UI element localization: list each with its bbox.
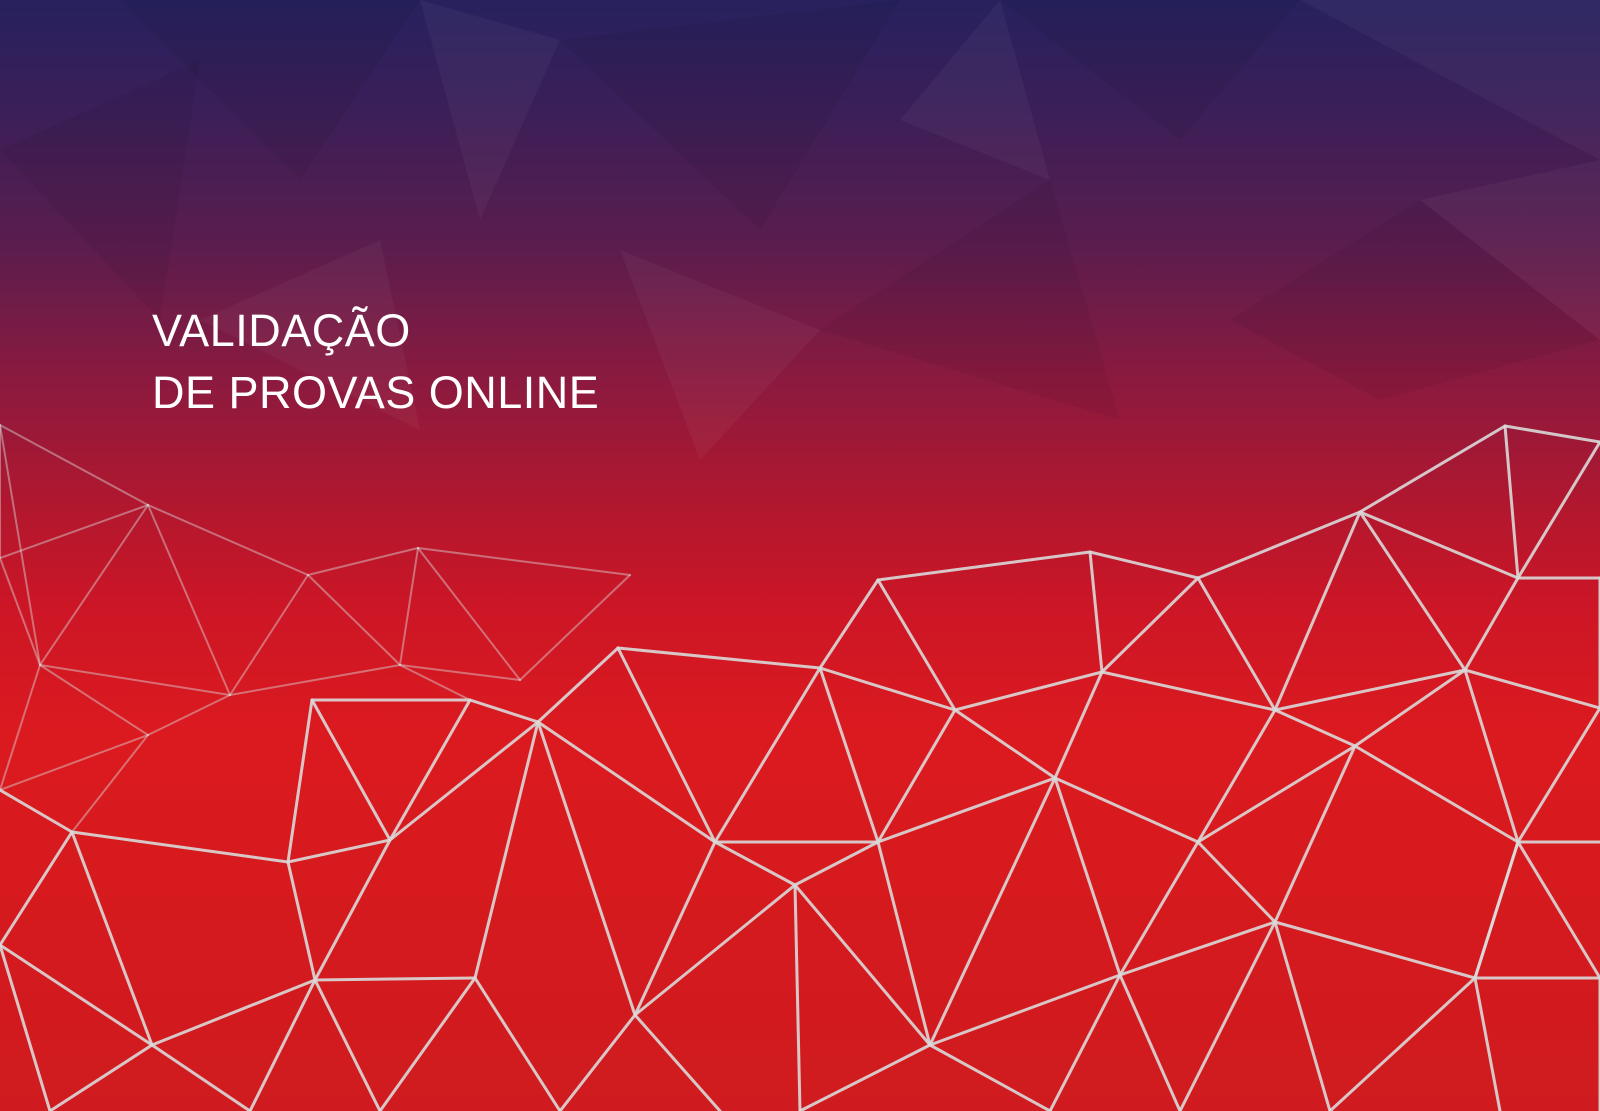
mesh-line (388, 720, 540, 842)
mesh-line (953, 670, 1104, 712)
mesh-line (1053, 776, 1122, 977)
mesh-line (1053, 670, 1104, 780)
mesh-line (633, 883, 797, 1017)
mesh-line (818, 666, 880, 844)
mesh-line (818, 578, 880, 670)
mesh-line (473, 976, 562, 1111)
mesh-line (417, 547, 631, 576)
mesh-line (1273, 708, 1357, 748)
mesh-line (473, 720, 540, 980)
mesh-line (0, 557, 41, 666)
mesh-line (286, 860, 317, 982)
mesh-line (388, 698, 472, 842)
mesh-line (1273, 744, 1357, 924)
mesh-line (1100, 576, 1200, 674)
mesh-line (1463, 668, 1600, 710)
mesh-line (713, 840, 797, 887)
mesh-line (793, 840, 880, 887)
mesh-line (313, 978, 382, 1111)
mesh-line (0, 943, 154, 1047)
cover-background: VALIDAÇÃO DE PROVAS ONLINE (0, 0, 1600, 1111)
mesh-line (633, 1013, 722, 1111)
mesh-line (1273, 920, 1332, 1111)
mesh-line (39, 664, 149, 736)
mesh-line (147, 504, 231, 696)
mesh-line (150, 978, 317, 1047)
mesh-line (1196, 744, 1357, 844)
mesh-line (793, 883, 802, 1111)
mesh-line (39, 664, 231, 696)
mesh-line (147, 694, 231, 736)
mesh-line (1196, 708, 1277, 844)
mesh-line (1503, 424, 1600, 444)
mesh-line (310, 698, 392, 842)
mesh-line (1328, 976, 1477, 1111)
mesh-line (229, 664, 401, 696)
mesh-line (399, 547, 419, 666)
mesh-line (876, 550, 1092, 582)
mesh-line (417, 547, 521, 681)
mesh-line (1196, 576, 1277, 712)
mesh-line (399, 664, 521, 681)
mesh-line (1273, 920, 1477, 980)
mesh-line (953, 708, 1057, 780)
mesh-line (0, 424, 149, 506)
mesh-line (307, 574, 401, 666)
mesh-line (1473, 840, 1520, 980)
mesh-line (70, 830, 290, 864)
mesh-line (39, 504, 149, 666)
mesh-line (313, 838, 392, 982)
mesh-line (536, 646, 620, 724)
mesh-line (1088, 550, 1104, 674)
mesh-line (1196, 840, 1277, 924)
mesh-line (519, 574, 631, 681)
polygon-mesh-decoration (0, 424, 1600, 1111)
mesh-line (616, 646, 717, 844)
mesh-line (876, 708, 957, 844)
mesh-line (1118, 840, 1200, 977)
mesh-line (378, 976, 477, 1111)
mesh-line (307, 547, 419, 576)
mesh-line (468, 698, 540, 724)
mesh-line (313, 976, 477, 982)
mesh-line (928, 1043, 1052, 1111)
title-line-2: DE PROVAS ONLINE (152, 367, 600, 418)
mesh-line (1473, 976, 1502, 1111)
mesh-line (1358, 424, 1507, 514)
mesh-line (0, 788, 74, 834)
mesh-line (713, 666, 822, 844)
mesh-line (1100, 670, 1277, 712)
mesh-line (70, 830, 154, 1047)
mesh-line (1516, 440, 1600, 580)
mesh-line (48, 1043, 154, 1111)
mesh-line (616, 646, 822, 670)
mesh-line (147, 504, 309, 576)
mesh-line (536, 720, 637, 1017)
mesh-line (1053, 776, 1200, 844)
mesh-line (1503, 424, 1520, 580)
mesh-line (150, 1043, 252, 1111)
mesh-line (286, 838, 392, 864)
mesh-line (0, 830, 74, 947)
mesh-line (558, 1013, 637, 1111)
mesh-line (286, 698, 314, 864)
mesh-line (0, 504, 149, 559)
mesh-line (0, 943, 52, 1111)
cover-title: VALIDAÇÃO DE PROVAS ONLINE (152, 300, 599, 424)
mesh-line (633, 840, 717, 1017)
mesh-line (248, 978, 317, 1111)
mesh-line (0, 664, 41, 791)
mesh-line (229, 574, 309, 696)
mesh-line (1516, 840, 1600, 980)
mesh-line (1088, 550, 1200, 580)
mesh-line (1463, 576, 1520, 672)
mesh-line (1516, 706, 1600, 844)
title-line-1: VALIDAÇÃO (152, 305, 411, 356)
mesh-line (798, 1043, 932, 1111)
mesh-line (536, 720, 717, 844)
mesh-line (1358, 510, 1467, 672)
mesh-line (1118, 973, 1182, 1111)
